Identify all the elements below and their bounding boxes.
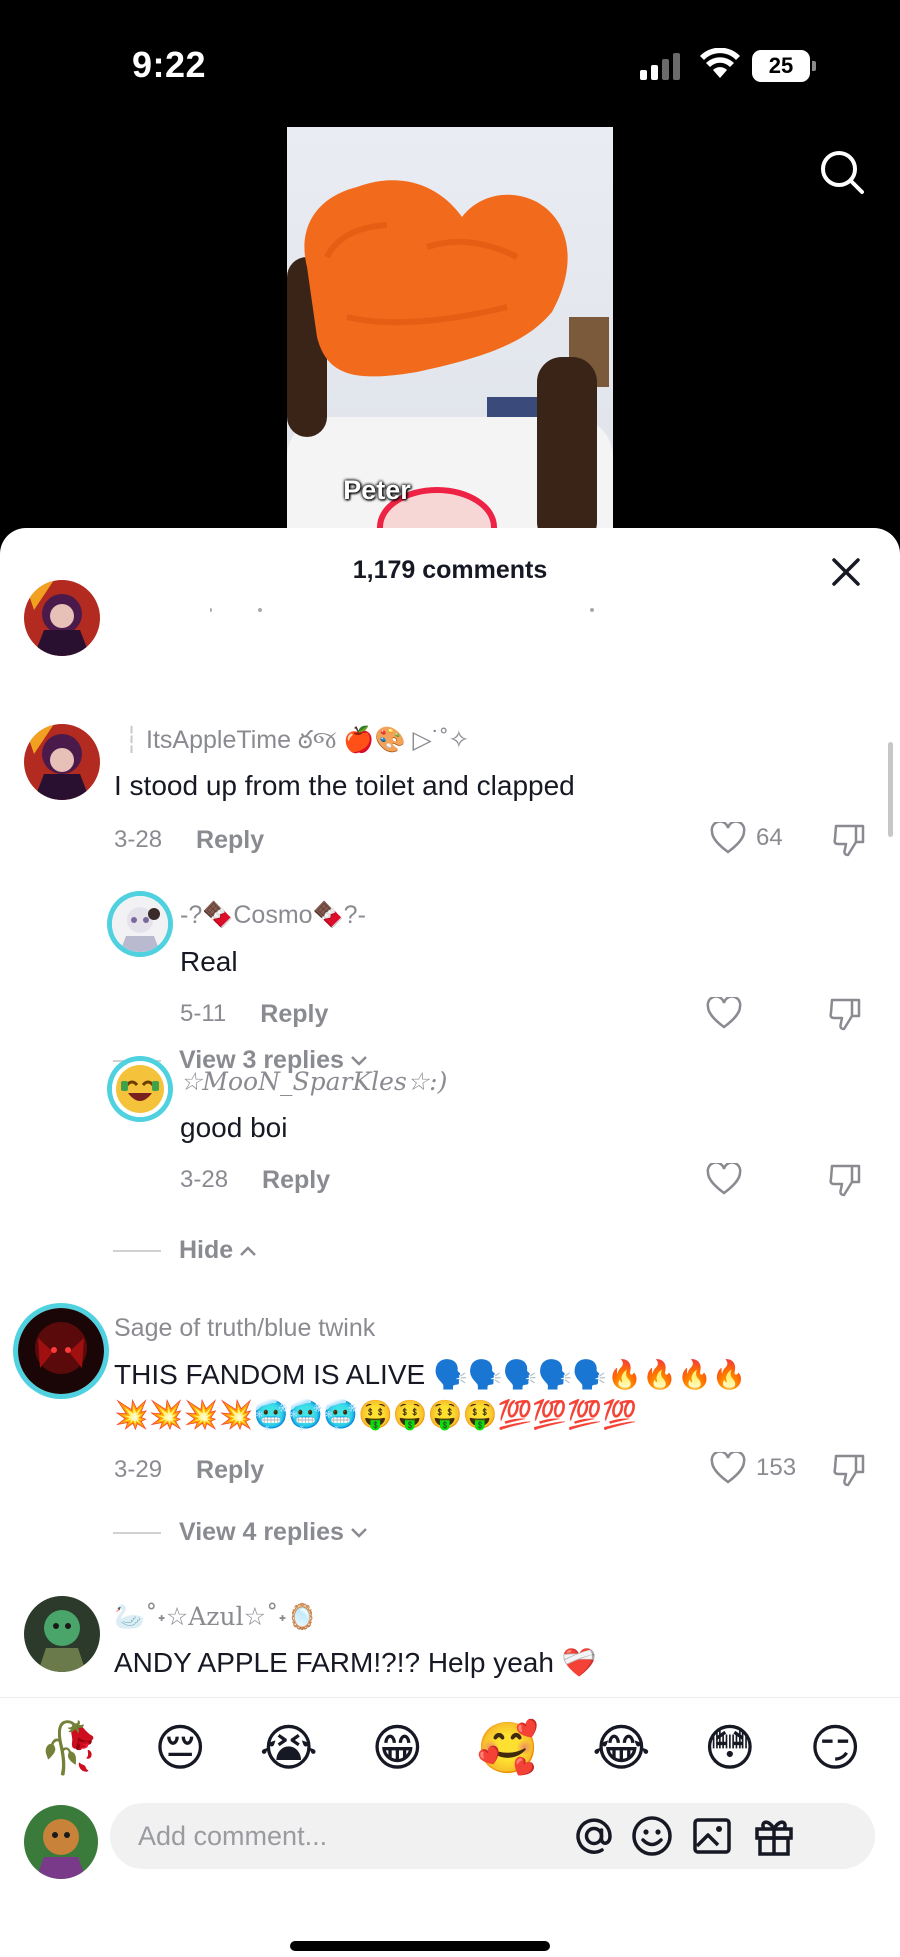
emoji-pensive[interactable]: 😔 (154, 1719, 206, 1777)
partially-hidden-text (210, 608, 594, 612)
gift-icon[interactable] (752, 1814, 796, 1858)
comment-meta: 3-28 Reply (114, 826, 264, 855)
search-icon[interactable] (818, 148, 866, 196)
status-time: 9:22 (132, 44, 207, 85)
chevron-down-icon (351, 1527, 367, 1538)
video-caption: Peter (343, 475, 411, 505)
cellular-signal-icon (640, 52, 680, 80)
comment-avatar[interactable] (18, 1308, 104, 1394)
heart-icon (710, 822, 746, 854)
my-avatar[interactable] (24, 1805, 98, 1879)
comment-username[interactable]: 🦢˚˖☆Azul☆˚˖🪞 (114, 1602, 318, 1632)
reply-button[interactable]: Reply (260, 1000, 328, 1029)
emoji-grin[interactable]: 😁 (371, 1719, 423, 1777)
reply-username[interactable]: ☆MooN_SparKles☆:) (180, 1067, 447, 1096)
reply-avatar[interactable] (112, 896, 168, 952)
reply-meta: 5-11 Reply (180, 1000, 328, 1029)
reply-button[interactable]: Reply (196, 826, 264, 855)
dislike-icon[interactable] (832, 822, 868, 858)
chevron-down-icon (351, 1055, 367, 1066)
scrollbar[interactable] (888, 742, 893, 837)
close-icon[interactable] (826, 552, 866, 592)
comment-text-line1: THIS FANDOM IS ALIVE 🗣️🗣️🗣️🗣️🗣️🔥🔥🔥🔥 (114, 1359, 747, 1390)
like-count: 153 (756, 1454, 797, 1481)
comment-text: ANDY APPLE FARM!?!? Help yeah ❤️‍🩹 (114, 1647, 597, 1678)
reply-date: 5-11 (180, 1000, 227, 1027)
comments-count-title: 1,179 comments (352, 556, 548, 584)
comment-input[interactable] (110, 1803, 530, 1869)
comment-text-line2: 💥💥💥💥🥶🥶🥶🤑🤑🤑🤑💯💯💯💯 (114, 1399, 637, 1430)
like-button[interactable]: 153 (710, 1452, 796, 1484)
comment-username[interactable]: ┆ ItsAppleTime ఠજ 🍎🎨 ▷˙˚✧ (124, 725, 469, 761)
reply-button[interactable]: Reply (262, 1166, 330, 1195)
battery-level: 25 (752, 50, 810, 82)
dislike-icon[interactable] (828, 996, 864, 1032)
comment-avatar[interactable] (24, 1596, 100, 1672)
comment-date: 3-28 (114, 826, 163, 853)
emoji-smirk[interactable]: 😏 (809, 1719, 861, 1777)
comment-composer[interactable] (110, 1803, 875, 1869)
emoji-joy[interactable]: 😂 (592, 1719, 650, 1777)
reply-button[interactable]: Reply (196, 1456, 264, 1485)
dislike-icon[interactable] (832, 1452, 868, 1488)
heart-icon[interactable] (706, 1163, 742, 1195)
reply-avatar[interactable] (112, 1061, 168, 1117)
reply-text: good boi (180, 1112, 288, 1143)
mention-icon[interactable] (572, 1814, 616, 1858)
video-preview[interactable]: Peter (287, 127, 613, 540)
quick-emoji-bar: 🥀 😔 😭 😁 🥰 😂 😳 😏 (0, 1697, 900, 1797)
comment-meta: 3-29 Reply (114, 1456, 264, 1485)
status-bar: 9:22 25 (0, 0, 900, 120)
like-button[interactable]: 64 (710, 822, 783, 854)
dislike-icon[interactable] (828, 1162, 864, 1198)
reply-username[interactable]: -?🍫Cosmo🍫?- (180, 901, 366, 930)
composer-area (0, 1797, 900, 1957)
comment-text: I stood up from the toilet and clapped (114, 770, 575, 801)
view-replies-toggle[interactable]: View 4 replies (113, 1518, 368, 1547)
emoji-crying[interactable]: 😭 (260, 1719, 318, 1777)
reply-text: Real (180, 946, 238, 977)
avatar[interactable] (24, 580, 100, 656)
reply-meta: 3-28 Reply (180, 1166, 330, 1195)
emoji-flushed[interactable]: 😳 (704, 1719, 756, 1777)
home-indicator (290, 1941, 550, 1951)
wifi-icon (700, 48, 740, 78)
image-icon[interactable] (690, 1814, 734, 1858)
orange-heart-prop (304, 180, 568, 377)
emoji-icon[interactable] (630, 1814, 674, 1858)
emoji-wilted-rose[interactable]: 🥀 (39, 1719, 101, 1778)
reply-date: 3-28 (180, 1166, 229, 1193)
comment-date: 3-29 (114, 1456, 163, 1483)
hide-replies-toggle[interactable]: Hide (113, 1236, 257, 1265)
emoji-smiling-hearts[interactable]: 🥰 (477, 1719, 539, 1778)
comment-username[interactable]: Sage of truth/blue twink (114, 1314, 375, 1343)
comment-avatar[interactable] (24, 724, 100, 800)
like-count: 64 (756, 824, 783, 851)
heart-icon[interactable] (706, 997, 742, 1029)
heart-icon (710, 1452, 746, 1484)
battery-icon: 25 (752, 50, 816, 82)
chevron-up-icon (240, 1245, 257, 1256)
